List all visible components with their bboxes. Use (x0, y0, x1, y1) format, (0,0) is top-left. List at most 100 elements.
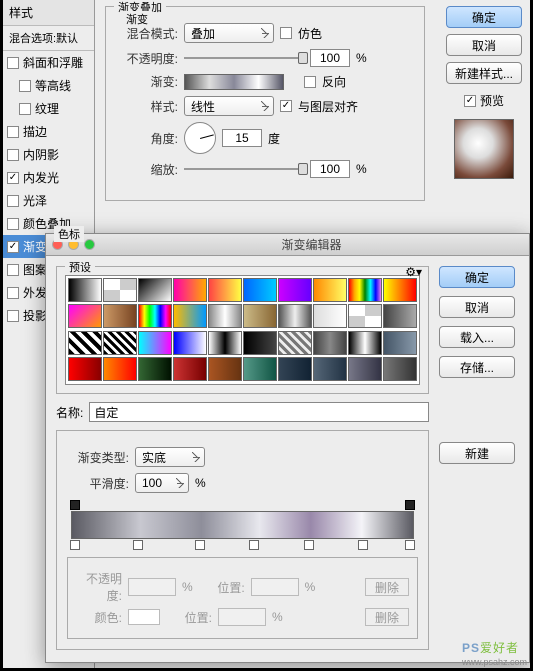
color-stop[interactable] (249, 540, 259, 550)
blend-mode-combo[interactable]: 叠加 (184, 23, 274, 43)
preset-swatch[interactable] (138, 331, 172, 355)
dither-checkbox[interactable] (280, 27, 292, 39)
smooth-combo[interactable]: 100 (135, 473, 189, 493)
style-checkbox[interactable] (7, 287, 19, 299)
preset-swatch[interactable] (68, 331, 102, 355)
gradient-preview[interactable] (184, 74, 284, 90)
style-label: 纹理 (35, 100, 59, 117)
style-item[interactable]: 描边 (3, 120, 94, 143)
preset-swatch[interactable] (348, 331, 382, 355)
cancel-button[interactable]: 取消 (446, 34, 522, 56)
name-input[interactable] (89, 402, 429, 422)
scale-slider[interactable] (184, 161, 304, 177)
preset-swatch[interactable] (208, 357, 242, 381)
editor-cancel-button[interactable]: 取消 (439, 296, 515, 318)
preset-swatch[interactable] (138, 357, 172, 381)
editor-load-button[interactable]: 载入... (439, 326, 515, 348)
preset-swatch[interactable] (243, 304, 277, 328)
gear-icon[interactable]: ⚙▾ (405, 265, 422, 279)
style-checkbox[interactable] (7, 195, 19, 207)
preset-swatch[interactable] (313, 331, 347, 355)
preset-swatch[interactable] (68, 304, 102, 328)
preset-swatch[interactable] (383, 331, 417, 355)
preset-swatch[interactable] (243, 357, 277, 381)
style-checkbox[interactable] (7, 241, 19, 253)
preset-swatch[interactable] (173, 357, 207, 381)
preset-swatch[interactable] (243, 278, 277, 302)
preset-swatch[interactable] (313, 304, 347, 328)
editor-new-button[interactable]: 新建 (439, 442, 515, 464)
preset-swatch[interactable] (383, 357, 417, 381)
preset-swatch[interactable] (348, 357, 382, 381)
color-stop[interactable] (70, 540, 80, 550)
ok-button[interactable]: 确定 (446, 6, 522, 28)
preset-swatch[interactable] (383, 278, 417, 302)
preset-swatch[interactable] (103, 278, 137, 302)
style-combo[interactable]: 线性 (184, 96, 274, 116)
preset-swatch[interactable] (278, 331, 312, 355)
preset-swatch[interactable] (348, 278, 382, 302)
style-checkbox[interactable] (19, 80, 31, 92)
zoom-icon[interactable] (84, 239, 95, 250)
blend-options[interactable]: 混合选项:默认 (3, 26, 94, 51)
opacity-stop[interactable] (70, 500, 80, 510)
scale-input[interactable] (310, 160, 350, 178)
editor-save-button[interactable]: 存储... (439, 356, 515, 378)
preset-swatch[interactable] (173, 304, 207, 328)
angle-input[interactable] (222, 129, 262, 147)
preset-swatch[interactable] (103, 304, 137, 328)
style-checkbox[interactable] (7, 310, 19, 322)
preset-swatch[interactable] (348, 304, 382, 328)
color-stop[interactable] (358, 540, 368, 550)
style-checkbox[interactable] (7, 172, 19, 184)
preset-swatch[interactable] (313, 357, 347, 381)
preset-swatch[interactable] (173, 278, 207, 302)
preset-swatch[interactable] (103, 331, 137, 355)
color-stop[interactable] (195, 540, 205, 550)
preset-swatch[interactable] (138, 304, 172, 328)
color-stop[interactable] (133, 540, 143, 550)
color-stop[interactable] (405, 540, 415, 550)
style-checkbox[interactable] (7, 126, 19, 138)
blend-mode-label: 混合模式: (116, 25, 178, 42)
align-checkbox[interactable] (280, 100, 292, 112)
style-item[interactable]: 斜面和浮雕 (3, 51, 94, 74)
style-item[interactable]: 等高线 (3, 74, 94, 97)
preview-checkbox[interactable] (464, 95, 476, 107)
style-checkbox[interactable] (7, 57, 19, 69)
opacity-stop[interactable] (405, 500, 415, 510)
style-checkbox[interactable] (7, 264, 19, 276)
editor-ok-button[interactable]: 确定 (439, 266, 515, 288)
style-item[interactable]: 内阴影 (3, 143, 94, 166)
titlebar[interactable]: 渐变编辑器 (46, 234, 529, 256)
preset-swatch[interactable] (68, 357, 102, 381)
color-stop[interactable] (304, 540, 314, 550)
preset-swatch[interactable] (383, 304, 417, 328)
preset-swatch[interactable] (208, 304, 242, 328)
preset-swatch[interactable] (68, 278, 102, 302)
style-label: 斜面和浮雕 (23, 54, 83, 71)
opacity-input[interactable] (310, 49, 350, 67)
preset-swatch[interactable] (208, 278, 242, 302)
preset-swatch[interactable] (278, 278, 312, 302)
reverse-checkbox[interactable] (304, 76, 316, 88)
preset-swatch[interactable] (173, 331, 207, 355)
preset-swatch[interactable] (278, 304, 312, 328)
style-checkbox[interactable] (7, 149, 19, 161)
preset-swatch[interactable] (243, 331, 277, 355)
preset-swatch[interactable] (208, 331, 242, 355)
style-checkbox[interactable] (19, 103, 31, 115)
preset-swatch[interactable] (103, 357, 137, 381)
preset-swatch[interactable] (138, 278, 172, 302)
preset-swatch[interactable] (278, 357, 312, 381)
preset-swatch[interactable] (313, 278, 347, 302)
gradient-bar[interactable] (71, 511, 414, 539)
style-checkbox[interactable] (7, 218, 19, 230)
style-item[interactable]: 纹理 (3, 97, 94, 120)
angle-dial[interactable] (184, 122, 216, 154)
style-item[interactable]: 光泽 (3, 189, 94, 212)
opacity-slider[interactable] (184, 50, 304, 66)
style-item[interactable]: 内发光 (3, 166, 94, 189)
type-combo[interactable]: 实底 (135, 447, 205, 467)
new-style-button[interactable]: 新建样式... (446, 62, 522, 84)
